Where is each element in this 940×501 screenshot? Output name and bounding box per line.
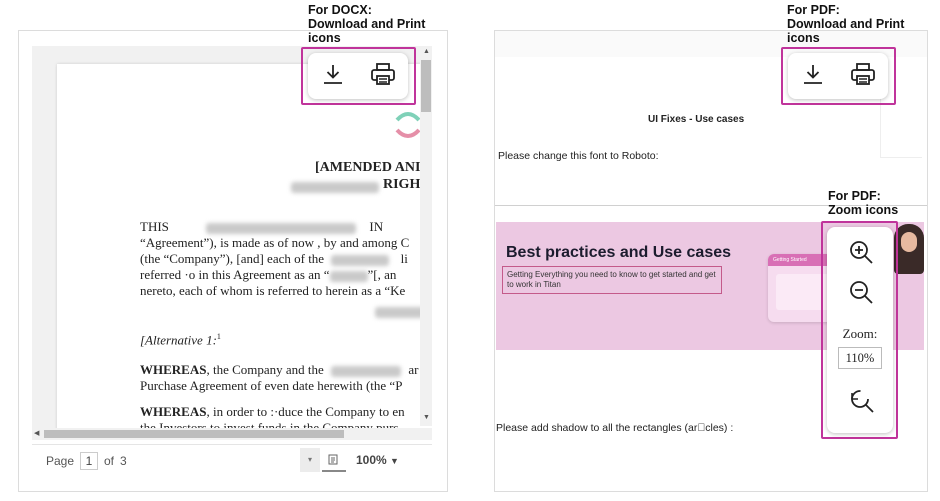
nav-dropdown-button[interactable]: ▾ xyxy=(300,448,320,472)
doc-line: referred ·o in this Agreement as an “”[,… xyxy=(140,267,397,282)
company-logo-icon xyxy=(393,110,423,140)
pdf-zoom-panel: Zoom: 110% xyxy=(827,227,893,433)
docx-vertical-scrollbar[interactable]: ▲ ▼ xyxy=(420,46,432,426)
docx-callout: For DOCX: Download and Print icons xyxy=(308,3,426,45)
redacted-text xyxy=(375,304,425,319)
zoom-out-icon[interactable] xyxy=(848,279,874,310)
banner-subtitle: Getting Everything you need to know to g… xyxy=(502,266,722,294)
scrollbar-thumb[interactable] xyxy=(421,60,431,112)
banner-person-avatar xyxy=(894,224,924,274)
pdf-instruction-2: Please add shadow to all the rectangles … xyxy=(496,422,734,434)
page-label: Page xyxy=(46,454,75,468)
pdf-callout-zoom: For PDF: Zoom icons xyxy=(828,189,899,217)
doc-line: WHEREAS, in order to :·duce the Company … xyxy=(140,404,405,419)
doc-title: [AMENDED ANI xyxy=(315,160,421,175)
docx-toolbar xyxy=(308,53,408,99)
zoom-reset-icon[interactable] xyxy=(847,387,875,420)
docx-page: [AMENDED ANI RIGHT THIS IN “Agreement”),… xyxy=(57,64,432,438)
page-number-input[interactable]: 1 xyxy=(80,452,98,470)
doc-line: nereto, each of whom is referred to here… xyxy=(140,283,406,298)
pdf-instruction-1: Please change this font to Roboto: xyxy=(498,150,659,162)
zoom-label: Zoom: xyxy=(842,326,878,341)
page-of-label: of xyxy=(104,454,115,468)
doc-alternative: [Alternative 1:1 xyxy=(140,332,221,348)
redacted-text xyxy=(291,179,379,194)
print-icon[interactable] xyxy=(850,62,876,91)
scroll-left-arrow-icon[interactable]: ◀ xyxy=(34,429,39,437)
zoom-value-input[interactable]: 110% xyxy=(838,347,882,369)
doc-line: (the “Company”), [and] each of the li xyxy=(140,251,408,266)
banner-title: Best practices and Use cases xyxy=(506,244,732,261)
doc-line: THIS IN xyxy=(140,219,384,234)
scrollbar-thumb[interactable] xyxy=(44,430,344,438)
page-total: 3 xyxy=(120,454,127,468)
docx-horizontal-scrollbar[interactable]: ◀ xyxy=(32,428,432,440)
print-icon[interactable] xyxy=(370,62,396,91)
fit-page-icon[interactable] xyxy=(322,448,346,472)
pdf-doc-heading: UI Fixes - Use cases xyxy=(648,114,745,125)
doc-line: WHEREAS, the Company and the ar xyxy=(140,362,419,377)
doc-line: “Agreement”), is made as of now , by and… xyxy=(140,235,410,250)
pdf-toolbar xyxy=(788,53,888,99)
docx-zoom-select[interactable]: 100% ▼ xyxy=(356,453,399,467)
zoom-in-icon[interactable] xyxy=(848,239,874,270)
scroll-up-arrow-icon[interactable]: ▲ xyxy=(423,48,430,55)
download-icon[interactable] xyxy=(801,62,825,91)
pdf-callout-download-print: For PDF: Download and Print icons xyxy=(787,3,905,45)
doc-line: Purchase Agreement of even date herewith… xyxy=(140,378,403,393)
scroll-down-arrow-icon[interactable]: ▼ xyxy=(423,414,430,421)
download-icon[interactable] xyxy=(321,62,345,91)
